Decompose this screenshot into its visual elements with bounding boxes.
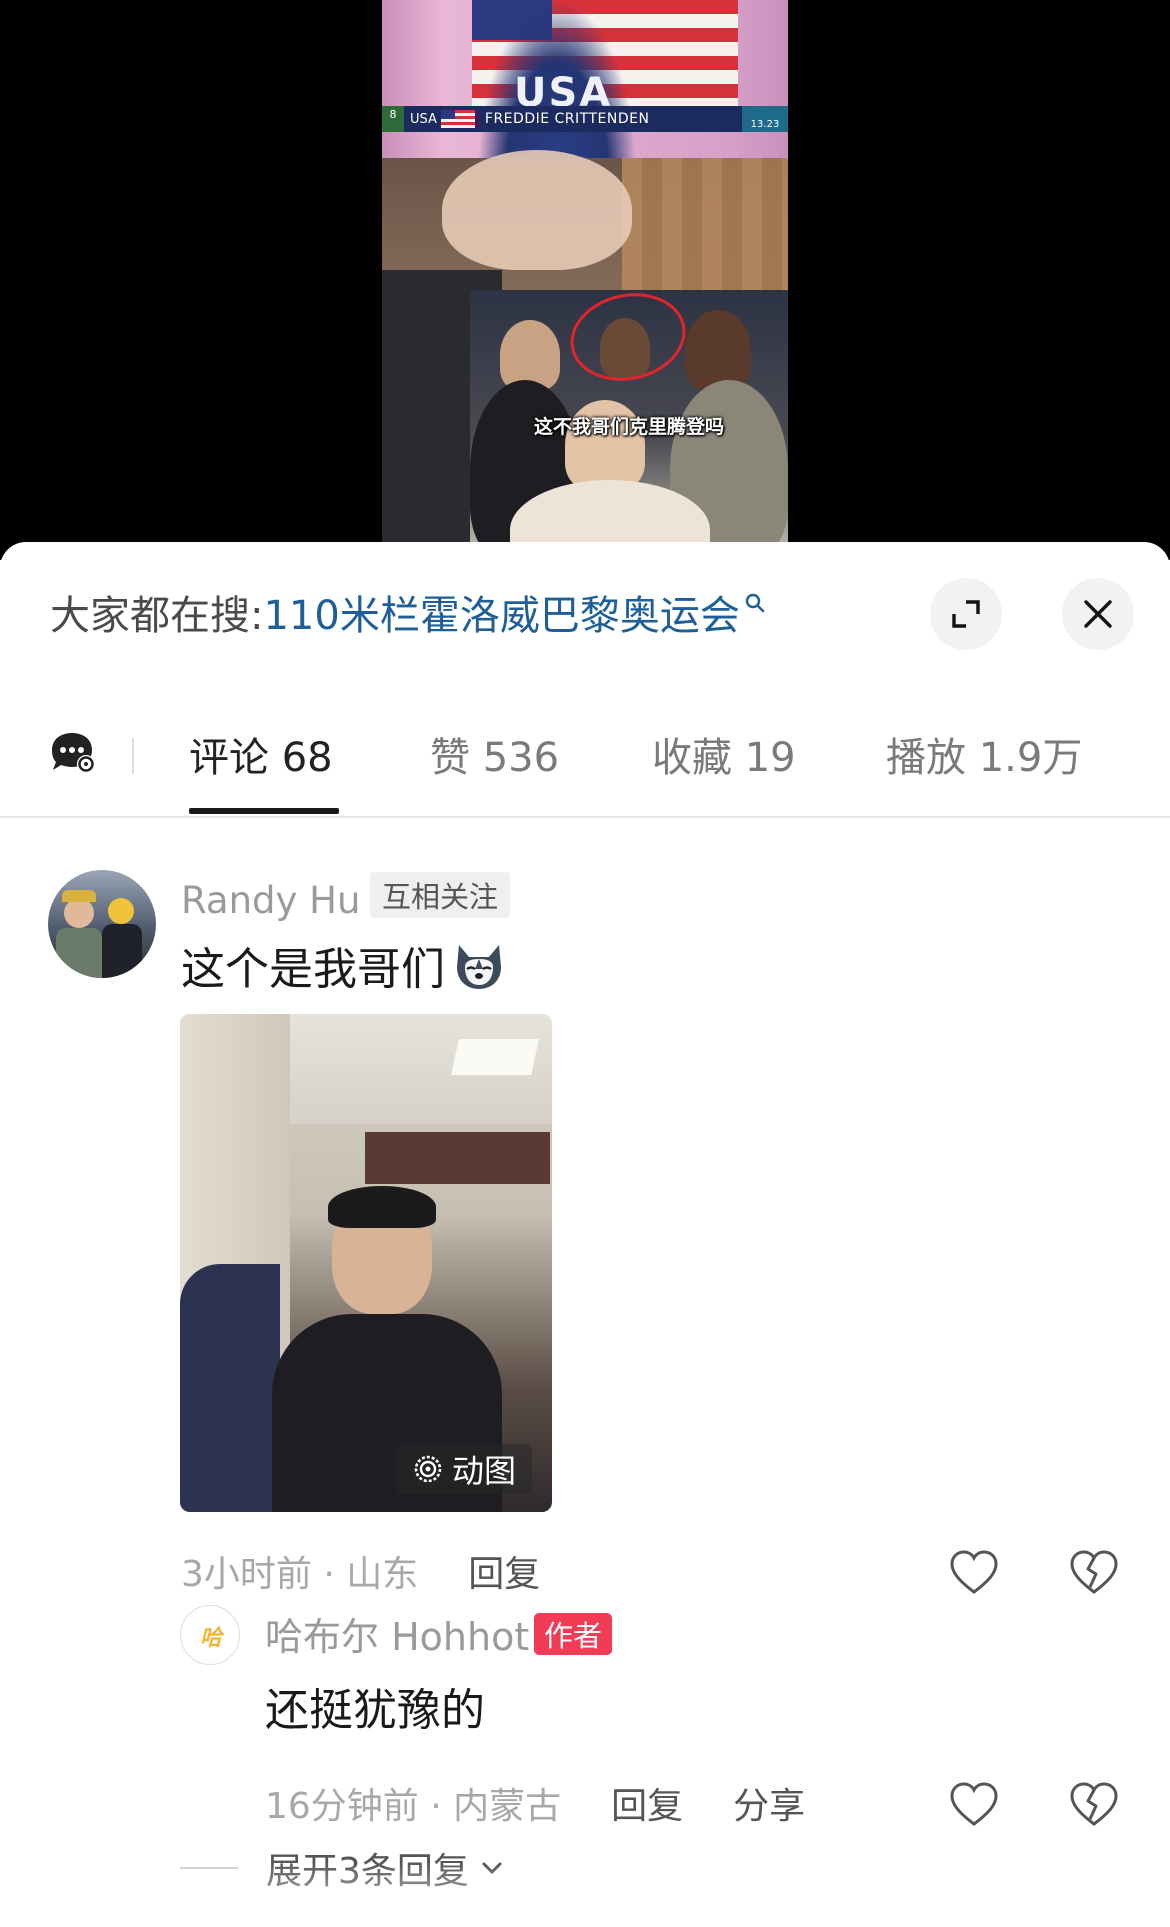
reply-avatar[interactable]: 哈 (180, 1605, 240, 1665)
tab-comments[interactable]: 评论 68 (189, 724, 333, 784)
heart-icon[interactable] (948, 1547, 1000, 1599)
comment-gif-image[interactable]: 动图 (180, 1014, 552, 1512)
nameplate-time: 13.23 (742, 106, 788, 132)
tab-likes[interactable]: 赞 536 (430, 724, 559, 784)
image-foreground-person (180, 1264, 280, 1512)
avatar[interactable] (48, 870, 156, 978)
tab-divider (132, 738, 134, 774)
heart-icon[interactable] (948, 1779, 1000, 1831)
person-head (685, 310, 751, 390)
close-button[interactable] (1062, 578, 1134, 650)
hand-on-head (442, 150, 632, 270)
reply-meta: 16分钟前 · 内蒙古 回复 分享 (265, 1778, 805, 1828)
broken-heart-icon[interactable] (1068, 1547, 1120, 1599)
nameplate-athlete-name: FREDDIE CRITTENDEN (484, 111, 650, 127)
image-ceiling-light (451, 1039, 539, 1075)
video-broadcast-scene: USA 8 USA FREDDIE CRITTENDEN 13.23 (382, 0, 788, 158)
close-icon (1084, 600, 1112, 628)
author-badge: 作者 (534, 1613, 613, 1655)
gif-badge: 动图 (395, 1444, 532, 1494)
reply-body: 还挺犹豫的 (265, 1685, 485, 1736)
comment-time-location: 3小时前 · 山东 (181, 1554, 419, 1595)
reply-time-location: 16分钟前 · 内蒙古 (265, 1786, 562, 1827)
tab-favorites[interactable]: 收藏 19 (652, 724, 796, 784)
comment-username[interactable]: Randy Hu (181, 870, 360, 930)
expand-icon (952, 600, 980, 628)
red-highlight-circle (562, 290, 694, 392)
nameplate-country: USA (410, 111, 437, 127)
usa-flag-icon (440, 110, 475, 128)
reply-button[interactable]: 回复 (468, 1545, 540, 1597)
reply-username[interactable]: 哈布尔 Hohhot (265, 1605, 529, 1661)
trending-search-bar[interactable]: 大家都在搜: 110米栏霍洛威巴黎奥运会 (50, 587, 766, 639)
avatar-body (56, 928, 102, 978)
comment-meta: 3小时前 · 山东 回复 (181, 1546, 540, 1596)
mutual-follow-badge: 互相关注 (370, 872, 511, 918)
comment-tabs: 评论 68 赞 536 收藏 19 播放 1.9万 (0, 710, 1170, 818)
comment-text: 这个是我哥们 (181, 944, 445, 995)
reply-reply-button[interactable]: 回复 (611, 1777, 683, 1829)
avatar-emoji-face (108, 898, 134, 924)
reply-avatar-logo-text: 哈 (199, 1626, 222, 1651)
video-frame[interactable]: USA 8 USA FREDDIE CRITTENDEN 13.23 这不我哥们… (382, 0, 788, 560)
wood-wall (622, 158, 788, 298)
gif-icon (414, 1455, 442, 1483)
comment-panel: 大家都在搜: 110米栏霍洛威巴黎奥运会 评论 68 赞 536 收藏 19 播… (0, 542, 1170, 1927)
trending-search-term[interactable]: 110米栏霍洛威巴黎奥运会 (263, 583, 739, 641)
avatar-hat (62, 890, 96, 902)
video-player[interactable]: USA 8 USA FREDDIE CRITTENDEN 13.23 这不我哥们… (0, 0, 1170, 560)
image-menu-board (365, 1132, 550, 1184)
expand-button[interactable] (930, 578, 1002, 650)
trending-search-prefix: 大家都在搜: (50, 593, 264, 639)
video-subtitle: 这不我哥们克里腾登吗 (533, 416, 724, 438)
lane-number: 8 (382, 106, 404, 132)
tab-plays[interactable]: 播放 1.9万 (886, 724, 1082, 784)
broadcast-nameplate: 8 USA FREDDIE CRITTENDEN 13.23 (382, 106, 788, 132)
search-icon[interactable] (744, 592, 766, 614)
reply-avatar-logo: 哈 (185, 1620, 237, 1652)
share-button[interactable]: 分享 (733, 1777, 805, 1829)
chat-settings-icon[interactable] (48, 730, 98, 776)
broken-heart-icon[interactable] (1068, 1779, 1120, 1831)
selfie-photo: 这不我哥们克里腾登吗 (470, 290, 788, 560)
avatar-body (102, 924, 142, 978)
gif-label: 动图 (451, 1452, 516, 1490)
active-tab-indicator (189, 808, 339, 814)
avatar-face (64, 898, 94, 928)
husky-emoji-icon (457, 945, 501, 989)
image-person-hair (328, 1186, 436, 1228)
bottom-fade (0, 1862, 1170, 1927)
comment-body: 这个是我哥们 (181, 934, 507, 996)
